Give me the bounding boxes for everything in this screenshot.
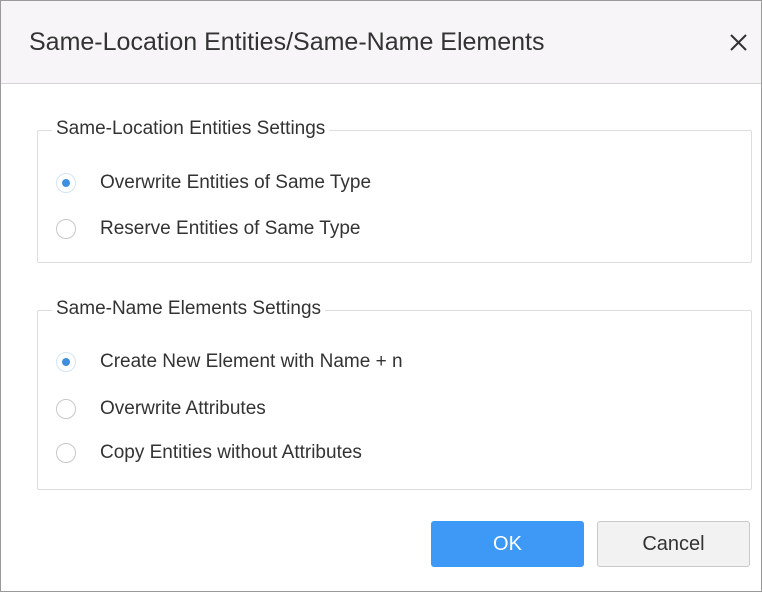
radio-label: Reserve Entities of Same Type: [100, 218, 361, 239]
close-button[interactable]: [723, 25, 753, 59]
same-name-settings-group: Same-Name Elements Settings Create New E…: [37, 298, 752, 490]
close-icon: [730, 34, 747, 51]
radio-button[interactable]: [56, 399, 76, 419]
radio-copy-entities[interactable]: Copy Entities without Attributes: [56, 439, 362, 467]
same-location-settings-group: Same-Location Entities Settings Overwrit…: [37, 118, 752, 263]
radio-overwrite-attributes[interactable]: Overwrite Attributes: [56, 395, 266, 423]
radio-button[interactable]: [56, 219, 76, 239]
dialog-titlebar: Same-Location Entities/Same-Name Element…: [1, 1, 761, 84]
dialog: Same-Location Entities/Same-Name Element…: [0, 0, 762, 592]
radio-label: Create New Element with Name + n: [100, 351, 403, 372]
radio-reserve-entities[interactable]: Reserve Entities of Same Type: [56, 215, 361, 243]
ok-button[interactable]: OK: [431, 521, 584, 567]
dialog-title: Same-Location Entities/Same-Name Element…: [29, 28, 545, 56]
radio-button[interactable]: [56, 443, 76, 463]
radio-label: Overwrite Entities of Same Type: [100, 172, 372, 193]
same-location-settings-legend: Same-Location Entities Settings: [52, 118, 330, 140]
same-name-settings-legend: Same-Name Elements Settings: [52, 298, 326, 320]
radio-button-checked[interactable]: [56, 173, 76, 193]
radio-label: Copy Entities without Attributes: [100, 442, 362, 463]
radio-label: Overwrite Attributes: [100, 398, 266, 419]
radio-create-new-element[interactable]: Create New Element with Name + n: [56, 348, 403, 376]
radio-button-checked[interactable]: [56, 352, 76, 372]
radio-overwrite-entities[interactable]: Overwrite Entities of Same Type: [56, 169, 371, 197]
cancel-button[interactable]: Cancel: [597, 521, 750, 567]
